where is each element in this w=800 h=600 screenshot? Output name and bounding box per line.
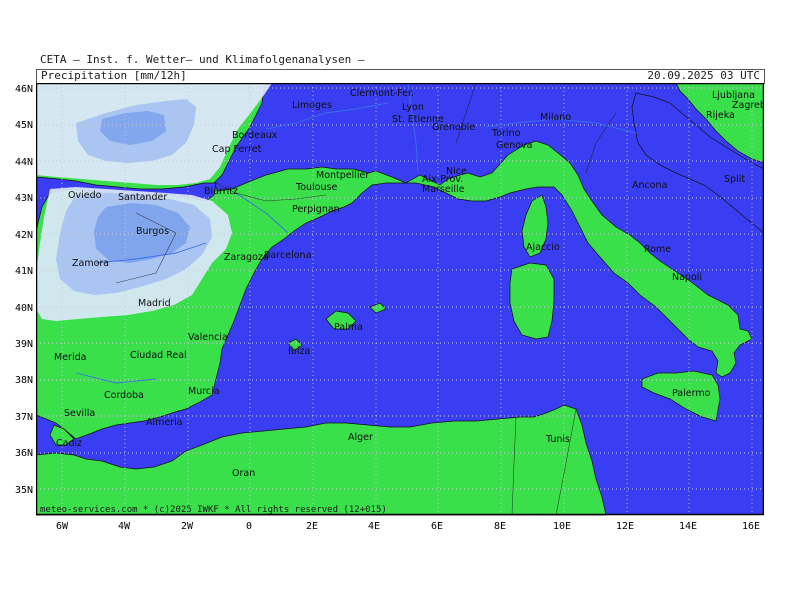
city-label: Ciudad Real xyxy=(130,350,187,361)
city-label: Limoges xyxy=(292,100,332,111)
city-label: Valencia xyxy=(188,332,228,343)
city-label: Cordoba xyxy=(104,390,144,401)
city-label: Napoli xyxy=(672,272,702,283)
lat-tick-label: 36N xyxy=(15,448,33,459)
city-label: Ajaccio xyxy=(526,242,560,253)
lat-tick-label: 44N xyxy=(15,157,33,168)
city-label: Tunis xyxy=(545,434,570,445)
lat-tick-label: 42N xyxy=(15,230,33,241)
city-label: Burgos xyxy=(136,226,169,237)
lon-tick-label: 4W xyxy=(118,521,131,532)
city-label: Split xyxy=(724,174,745,185)
lat-tick-label: 39N xyxy=(15,339,33,350)
lon-tick-label: 10E xyxy=(553,521,571,532)
lon-tick-label: 2W xyxy=(181,521,194,532)
lat-tick-label: 35N xyxy=(15,485,33,496)
lon-tick-label: 8E xyxy=(494,521,506,532)
lon-tick-label: 14E xyxy=(679,521,697,532)
city-label: Grenoble xyxy=(432,122,475,133)
city-label: Cap Ferret xyxy=(212,144,262,155)
longitude-axis: 6W 4W 2W 0 2E 4E 6E 8E 10E 12E 14E 16E xyxy=(56,521,760,532)
city-label: Alger xyxy=(348,432,373,443)
city-label: Cadiz xyxy=(56,438,82,449)
lat-tick-label: 45N xyxy=(15,120,33,131)
city-label: Marseille xyxy=(422,184,465,195)
city-label: Oran xyxy=(232,468,255,479)
header-organization: CETA — Inst. f. Wetter— und Klimafolgena… xyxy=(40,53,365,66)
lat-tick-label: 41N xyxy=(15,266,33,277)
city-label: Zaragoza xyxy=(224,252,269,263)
city-label: Clermont-Fer. xyxy=(350,88,414,99)
city-label: Milano xyxy=(540,112,571,123)
lat-tick-label: 38N xyxy=(15,375,33,386)
city-label: Genova xyxy=(496,140,532,151)
lat-tick-label: 46N xyxy=(15,84,33,95)
lon-tick-label: 6W xyxy=(56,521,69,532)
city-label: Bordeaux xyxy=(232,130,278,141)
city-label: Almeria xyxy=(146,417,183,428)
city-label: Sevilla xyxy=(64,408,95,419)
lon-tick-label: 6E xyxy=(431,521,443,532)
city-label: Torino xyxy=(491,128,521,139)
city-label: Perpignan xyxy=(292,204,340,215)
city-label: Oviedo xyxy=(68,190,102,201)
city-label: Barcelona xyxy=(264,250,311,261)
copyright-footer: meteo-services.com * (c)2025 IWKF * All … xyxy=(40,505,387,515)
city-label: Madrid xyxy=(138,298,171,309)
city-label: Zamora xyxy=(72,258,109,269)
city-label: Rome xyxy=(644,244,671,255)
city-label: Ancona xyxy=(632,180,667,191)
lat-tick-label: 37N xyxy=(15,412,33,423)
city-label: Palma xyxy=(334,322,363,333)
lat-tick-label: 43N xyxy=(15,193,33,204)
city-label: Palermo xyxy=(672,388,711,399)
lon-tick-label: 4E xyxy=(368,521,380,532)
variable-label: Precipitation [mm/12h] xyxy=(41,69,187,82)
city-label: Merida xyxy=(54,352,86,363)
city-label: Biarritz xyxy=(204,186,238,197)
lon-tick-label: 2E xyxy=(306,521,318,532)
city-label: Ibiza xyxy=(288,346,310,357)
city-label: Rijeka xyxy=(706,110,735,121)
lon-tick-label: 16E xyxy=(742,521,760,532)
lat-tick-label: 40N xyxy=(15,303,33,314)
latitude-axis: 46N 45N 44N 43N 42N 41N 40N 39N 38N 37N 36N 35N xyxy=(15,84,33,496)
city-label: Santander xyxy=(118,192,167,203)
lon-tick-label: 12E xyxy=(616,521,634,532)
city-label: Montpellier xyxy=(316,170,369,181)
precipitation-map: LimogesClermont-Fer.LyonSt. EtienneGreno… xyxy=(36,83,764,516)
header-bar: Precipitation [mm/12h] 20.09.2025 03 UTC xyxy=(36,69,765,84)
city-label: Lyon xyxy=(402,102,424,113)
city-label: Toulouse xyxy=(295,182,337,193)
city-label: Murcia xyxy=(188,386,220,397)
valid-time: 20.09.2025 03 UTC xyxy=(647,69,760,82)
city-label: Zagreb xyxy=(732,100,764,111)
lon-tick-label: 0 xyxy=(246,521,252,532)
